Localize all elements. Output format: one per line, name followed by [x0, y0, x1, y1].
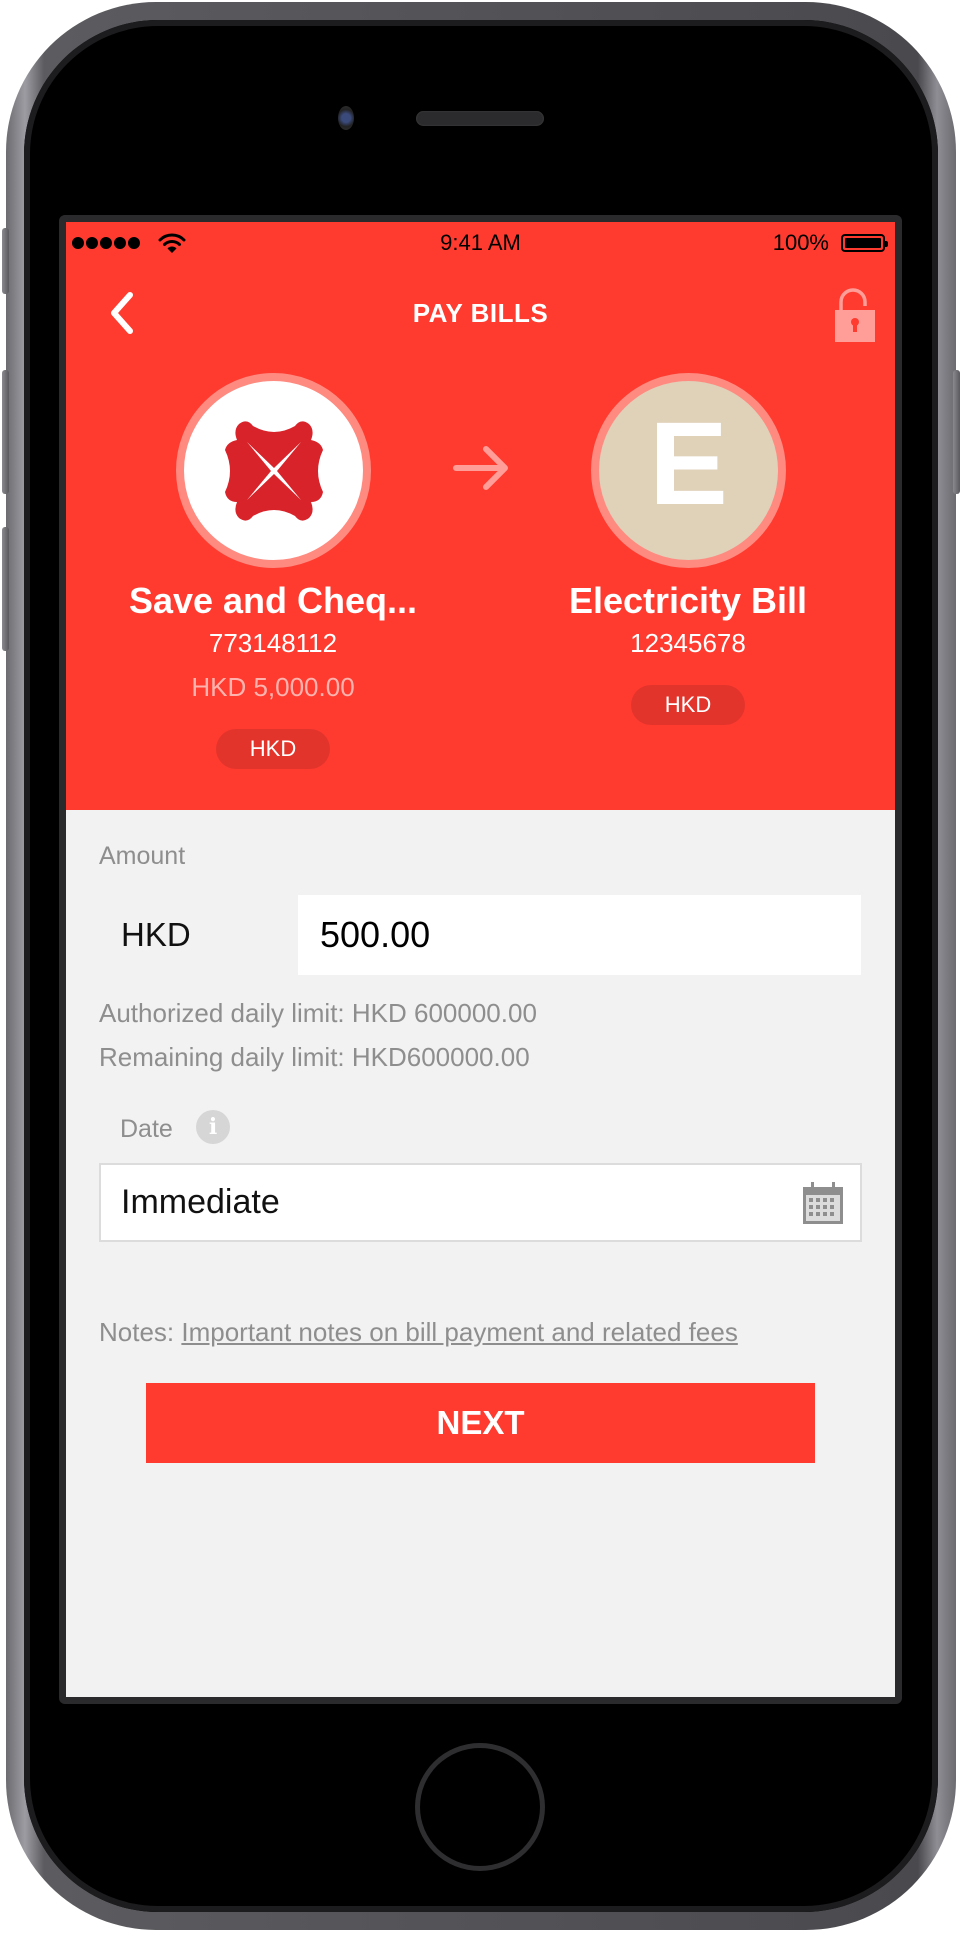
header-panel: 9:41 AM 100% PAY BILLS E Save and Cheq..…	[66, 222, 895, 810]
remaining-daily-limit: Remaining daily limit: HKD600000.00	[99, 1042, 530, 1072]
earpiece-speaker	[416, 111, 544, 126]
notes-prefix: Notes:	[99, 1317, 182, 1347]
important-notes-link[interactable]: Important notes on bill payment and rela…	[181, 1317, 737, 1347]
notes: Notes: Important notes on bill payment a…	[99, 1317, 738, 1348]
unlocked-padlock-icon[interactable]	[833, 288, 877, 344]
from-account-number: 773148112	[208, 628, 338, 658]
calendar-icon[interactable]	[802, 1181, 844, 1225]
payee-avatar: E	[591, 373, 786, 568]
page-title: PAY BILLS	[412, 298, 549, 328]
app-screen: 9:41 AM 100% PAY BILLS E Save and Cheq..…	[66, 222, 895, 1697]
volume-down-button	[2, 527, 9, 651]
home-button[interactable]	[415, 1743, 545, 1871]
payee-account-number: 12345678	[630, 628, 746, 658]
dbs-logo-icon	[225, 421, 323, 521]
info-icon[interactable]: i	[196, 1110, 230, 1144]
front-camera	[338, 106, 354, 130]
amount-currency: HKD	[121, 916, 191, 953]
payee-avatar-letter: E	[649, 398, 728, 530]
volume-up-button	[2, 370, 9, 494]
from-account-name: Save and Cheq...	[128, 580, 418, 621]
battery-percent: 100%	[772, 230, 829, 255]
authorized-daily-limit: Authorized daily limit: HKD 600000.00	[99, 998, 537, 1028]
payee-name: Electricity Bill	[568, 580, 808, 621]
date-value: Immediate	[121, 1183, 280, 1221]
amount-label: Amount	[99, 842, 186, 870]
battery-full-icon	[841, 234, 888, 252]
status-bar: 9:41 AM 100%	[66, 222, 895, 264]
from-account-avatar	[176, 373, 371, 568]
power-button	[953, 370, 960, 494]
arrow-right-icon	[453, 446, 508, 490]
from-currency-badge: HKD	[216, 729, 330, 769]
amount-input[interactable]	[298, 895, 861, 975]
from-account-balance: HKD 5,000.00	[191, 672, 355, 702]
payee-currency-badge: HKD	[631, 685, 745, 725]
mute-switch	[2, 228, 9, 294]
date-label: Date	[120, 1115, 173, 1143]
next-button[interactable]: NEXT	[146, 1383, 815, 1463]
status-time: 9:41 AM	[440, 230, 521, 255]
date-field[interactable]: Immediate	[99, 1163, 862, 1242]
